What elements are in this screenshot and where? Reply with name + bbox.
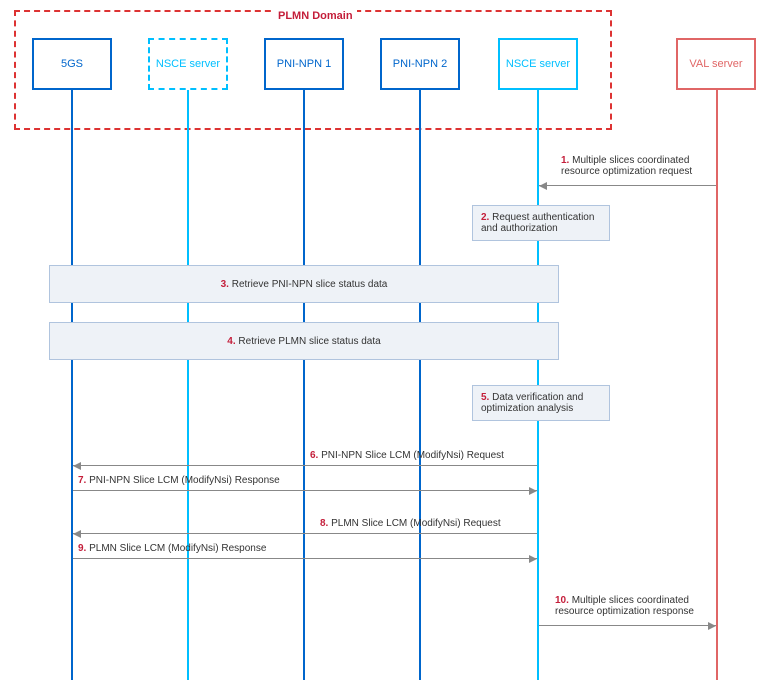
msg-9-text: PLMN Slice LCM (ModifyNsi) Response [89,543,266,554]
span-step3: 3. Retrieve PNI-NPN slice status data [49,265,559,303]
arrow-8 [73,533,537,534]
arrow-9 [73,558,537,559]
sequence-diagram: PLMN Domain 5GS NSCE server PNI-NPN 1 PN… [0,0,782,687]
span-step4: 4. Retrieve PLMN slice status data [49,322,559,360]
actor-pninpn2: PNI-NPN 2 [380,38,460,90]
note-step2: 2. Request authentication and authorizat… [472,205,610,241]
msg-9-num: 9. [78,543,86,554]
lifeline-val [716,90,718,680]
actor-nsce-server: NSCE server [498,38,578,90]
lifeline-pninpn2 [419,90,421,680]
msg-6-text: PNI-NPN Slice LCM (ModifyNsi) Request [321,450,504,461]
msg-5-num: 5. [481,392,489,403]
msg-2-num: 2. [481,212,489,223]
plmn-domain-label: PLMN Domain [274,10,357,22]
arrow-1 [539,185,716,186]
msg-7-text: PNI-NPN Slice LCM (ModifyNsi) Response [89,475,280,486]
arrow-7 [73,490,537,491]
msg-8-num: 8. [320,518,328,529]
actor-5gs: 5GS [32,38,112,90]
actor-pninpn1: PNI-NPN 1 [264,38,344,90]
arrow-10 [539,625,716,626]
msg-4-num: 4. [227,336,235,347]
msg-6-label: 6. PNI-NPN Slice LCM (ModifyNsi) Request [310,450,504,461]
msg-10-text: Multiple slices coordinated resource opt… [555,595,694,617]
lifeline-5gs [71,90,73,680]
msg-6-num: 6. [310,450,318,461]
actor-5gs-label: 5GS [61,58,83,70]
actor-nsce2-label: NSCE server [506,58,570,70]
msg-3-num: 3. [221,279,229,290]
msg-10-label: 10. Multiple slices coordinated resource… [555,595,715,617]
msg-7-label: 7. PNI-NPN Slice LCM (ModifyNsi) Respons… [78,475,280,486]
actor-pninpn2-label: PNI-NPN 2 [393,58,447,70]
actor-nsce-server-dashed: NSCE server [148,38,228,90]
lifeline-nsce1 [187,90,189,680]
msg-5-text: Data verification and optimization analy… [481,392,583,414]
actor-val-label: VAL server [689,58,742,70]
note-step5: 5. Data verification and optimization an… [472,385,610,421]
arrow-6 [73,465,537,466]
msg-4-text: Retrieve PLMN slice status data [238,336,380,347]
msg-2-text: Request authentication and authorization [481,212,594,234]
msg-9-label: 9. PLMN Slice LCM (ModifyNsi) Response [78,543,266,554]
msg-3-text: Retrieve PNI-NPN slice status data [232,279,388,290]
msg-8-text: PLMN Slice LCM (ModifyNsi) Request [331,518,501,529]
msg-1-text: Multiple slices coordinated resource opt… [561,155,692,177]
actor-nsce1-label: NSCE server [156,58,220,70]
msg-1-label: 1. Multiple slices coordinated resource … [561,155,716,177]
msg-10-num: 10. [555,595,569,606]
actor-pninpn1-label: PNI-NPN 1 [277,58,331,70]
lifeline-pninpn1 [303,90,305,680]
actor-val-server: VAL server [676,38,756,90]
msg-1-num: 1. [561,155,569,166]
msg-8-label: 8. PLMN Slice LCM (ModifyNsi) Request [320,518,501,529]
msg-7-num: 7. [78,475,86,486]
